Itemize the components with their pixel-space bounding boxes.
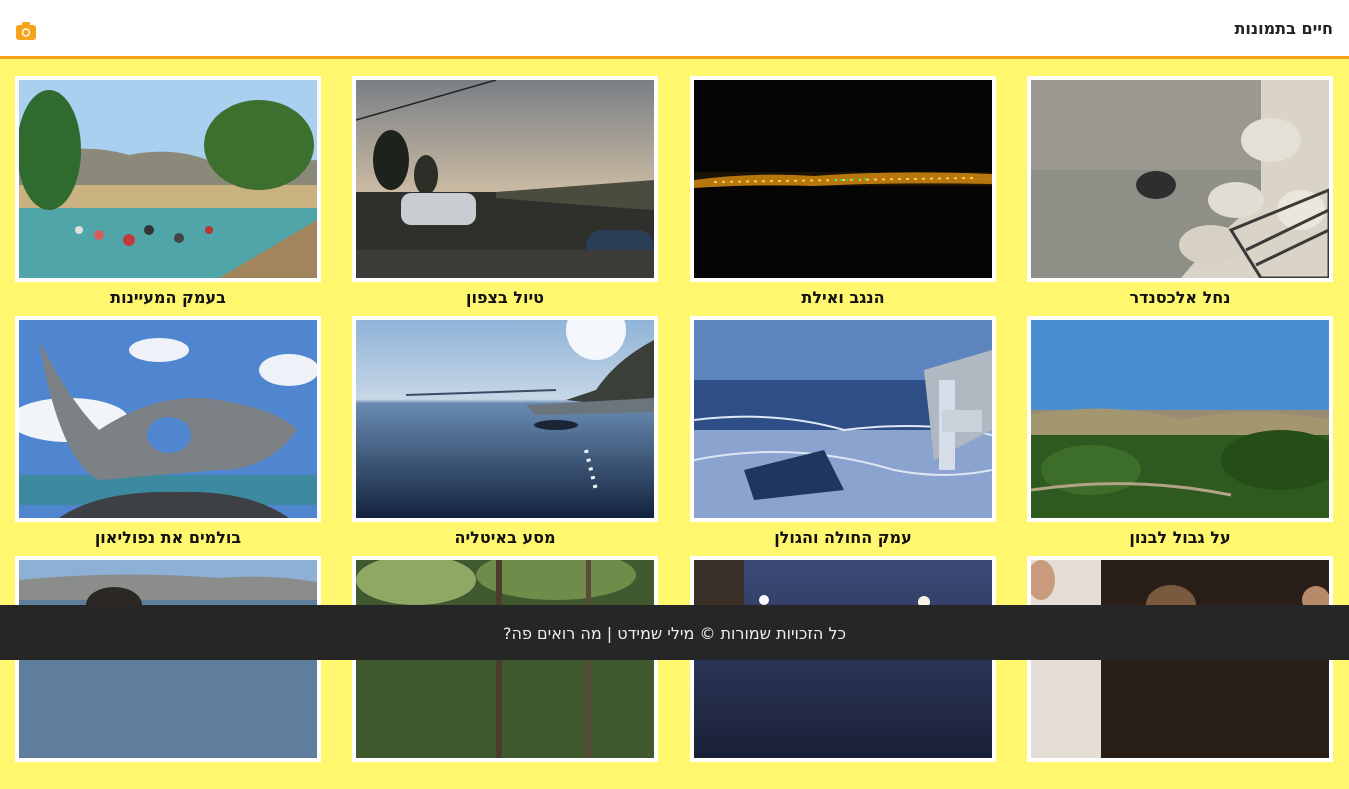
gallery-caption[interactable] bbox=[352, 767, 658, 789]
gallery-caption[interactable]: טיול בצפון bbox=[352, 287, 658, 309]
gallery-photo[interactable] bbox=[1027, 316, 1333, 522]
gallery-card[interactable]: בולמים את נפוליאון bbox=[15, 316, 321, 549]
gallery-caption[interactable]: הנגב ואילת bbox=[690, 287, 996, 309]
gallery-photo[interactable] bbox=[1027, 76, 1333, 282]
site-footer: כל הזכויות שמורות © מילי שמידט | מה רואי… bbox=[0, 605, 1349, 660]
gallery-card[interactable]: טיול בצפון bbox=[352, 76, 658, 309]
camera-icon[interactable] bbox=[16, 22, 36, 40]
gallery-card[interactable]: בעמק המעיינות bbox=[15, 76, 321, 309]
gallery-caption[interactable] bbox=[1027, 767, 1333, 789]
gallery-photo[interactable] bbox=[15, 76, 321, 282]
gallery-caption[interactable]: בולמים את נפוליאון bbox=[15, 527, 321, 549]
site-title[interactable]: חיים בתמונות bbox=[1234, 19, 1333, 38]
gallery-caption[interactable]: עמק החולה והגולן bbox=[690, 527, 996, 549]
gallery-photo[interactable] bbox=[690, 76, 996, 282]
gallery-card[interactable]: מסע באיטליה bbox=[352, 316, 658, 549]
gallery-caption[interactable]: על גבול לבנון bbox=[1027, 527, 1333, 549]
gallery-photo[interactable] bbox=[690, 316, 996, 522]
gallery-caption[interactable]: בעמק המעיינות bbox=[15, 287, 321, 309]
footer-text[interactable]: כל הזכויות שמורות © מילי שמידט | מה רואי… bbox=[503, 624, 846, 643]
gallery-card[interactable]: על גבול לבנון bbox=[1027, 316, 1333, 549]
gallery-card[interactable] bbox=[15, 556, 321, 789]
gallery-card[interactable] bbox=[1027, 556, 1333, 789]
gallery-photo[interactable] bbox=[352, 76, 658, 282]
gallery-photo[interactable] bbox=[15, 316, 321, 522]
gallery-card[interactable] bbox=[690, 556, 996, 789]
gallery-card[interactable]: נחל אלכסנדר bbox=[1027, 76, 1333, 309]
gallery-card[interactable]: הנגב ואילת bbox=[690, 76, 996, 309]
site-header: חיים בתמונות bbox=[0, 0, 1349, 59]
gallery-photo[interactable] bbox=[352, 316, 658, 522]
gallery-caption[interactable] bbox=[15, 767, 321, 789]
gallery-caption[interactable] bbox=[690, 767, 996, 789]
gallery-caption[interactable]: נחל אלכסנדר bbox=[1027, 287, 1333, 309]
gallery-caption[interactable]: מסע באיטליה bbox=[352, 527, 658, 549]
gallery-card[interactable] bbox=[352, 556, 658, 789]
gallery-card[interactable]: עמק החולה והגולן bbox=[690, 316, 996, 549]
